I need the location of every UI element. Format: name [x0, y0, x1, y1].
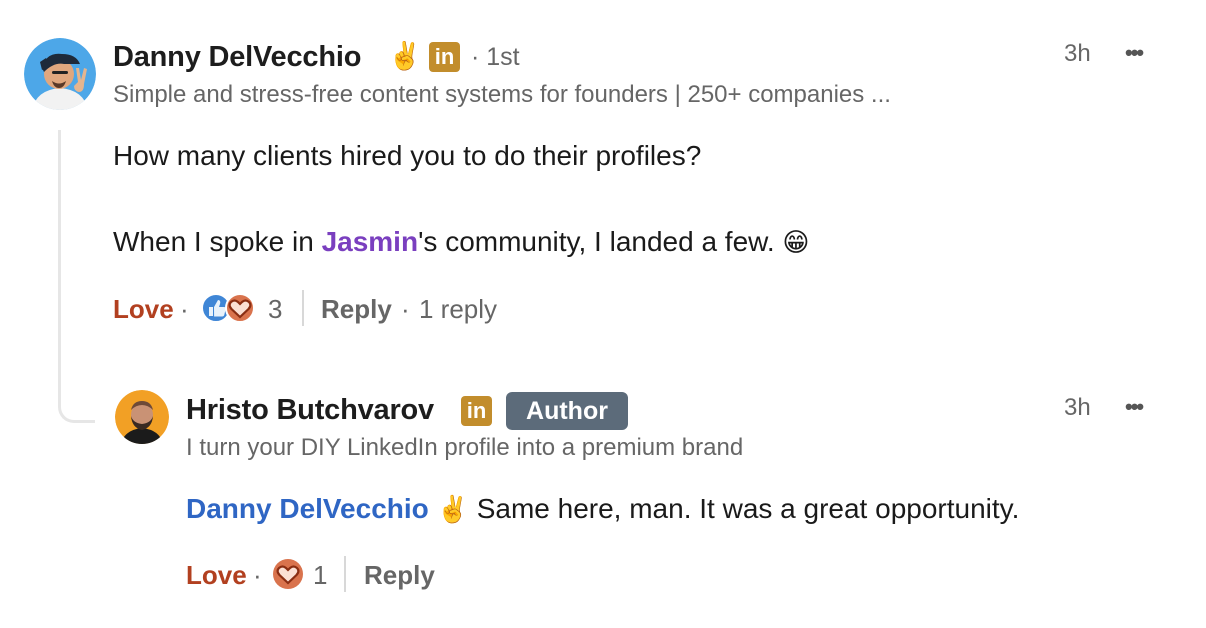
- more-options-icon[interactable]: •••: [1125, 40, 1144, 66]
- mention-jasmin[interactable]: Jasmin: [322, 226, 419, 257]
- reply-text-body: Same here, man. It was a great opportuni…: [476, 493, 1020, 524]
- danny-avatar[interactable]: [24, 38, 96, 110]
- reply-love-button[interactable]: Love: [186, 560, 247, 591]
- comment-text-pre: When I spoke in: [113, 226, 322, 257]
- reply-time: 3h: [1064, 394, 1091, 421]
- reply-author-headline: I turn your DIY LinkedIn profile into a …: [186, 434, 744, 461]
- comment-text-line2: When I spoke in Jasmin's community, I la…: [113, 226, 810, 258]
- comment-author-name[interactable]: Danny DelVecchio: [113, 41, 361, 74]
- mention-danny[interactable]: Danny DelVecchio: [186, 493, 429, 524]
- actions-divider: [302, 290, 304, 326]
- separator-dot-2: ·: [401, 294, 410, 324]
- reply-author-name[interactable]: Hristo Butchvarov: [186, 394, 434, 427]
- grinning-face-emoji: 😁: [782, 227, 810, 257]
- separator-dot: ·: [253, 560, 262, 590]
- linkedin-icon: in: [461, 396, 492, 426]
- reply-reply-button[interactable]: Reply: [364, 560, 435, 591]
- replies-count-link[interactable]: 1 reply: [419, 294, 497, 325]
- comment-time: 3h: [1064, 40, 1091, 67]
- connection-degree: · 1st: [471, 43, 520, 71]
- separator-dot: ·: [180, 294, 189, 324]
- love-reaction-icon[interactable]: [272, 558, 304, 590]
- victory-hand-emoji: ✌️: [436, 494, 469, 524]
- reaction-icons[interactable]: [200, 292, 260, 324]
- reply-text: Danny DelVecchio ✌️ Same here, man. It w…: [186, 493, 1019, 525]
- victory-hand-emoji: ✌️: [388, 41, 422, 71]
- author-badge: Author: [506, 392, 628, 430]
- reply-reaction-count[interactable]: 1: [313, 560, 327, 591]
- thread-connector: [58, 130, 95, 423]
- comment-reaction-count[interactable]: 3: [268, 294, 282, 325]
- more-options-icon[interactable]: •••: [1125, 394, 1144, 420]
- hristo-avatar[interactable]: [115, 390, 169, 444]
- actions-divider: [344, 556, 346, 592]
- comment-love-button[interactable]: Love: [113, 294, 174, 325]
- comment-text-line1: How many clients hired you to do their p…: [113, 140, 702, 171]
- comment-author-headline: Simple and stress-free content systems f…: [113, 81, 891, 108]
- comment-reply-button[interactable]: Reply: [321, 294, 392, 325]
- linkedin-icon: in: [429, 42, 460, 72]
- comment-text-post: 's community, I landed a few.: [418, 226, 775, 257]
